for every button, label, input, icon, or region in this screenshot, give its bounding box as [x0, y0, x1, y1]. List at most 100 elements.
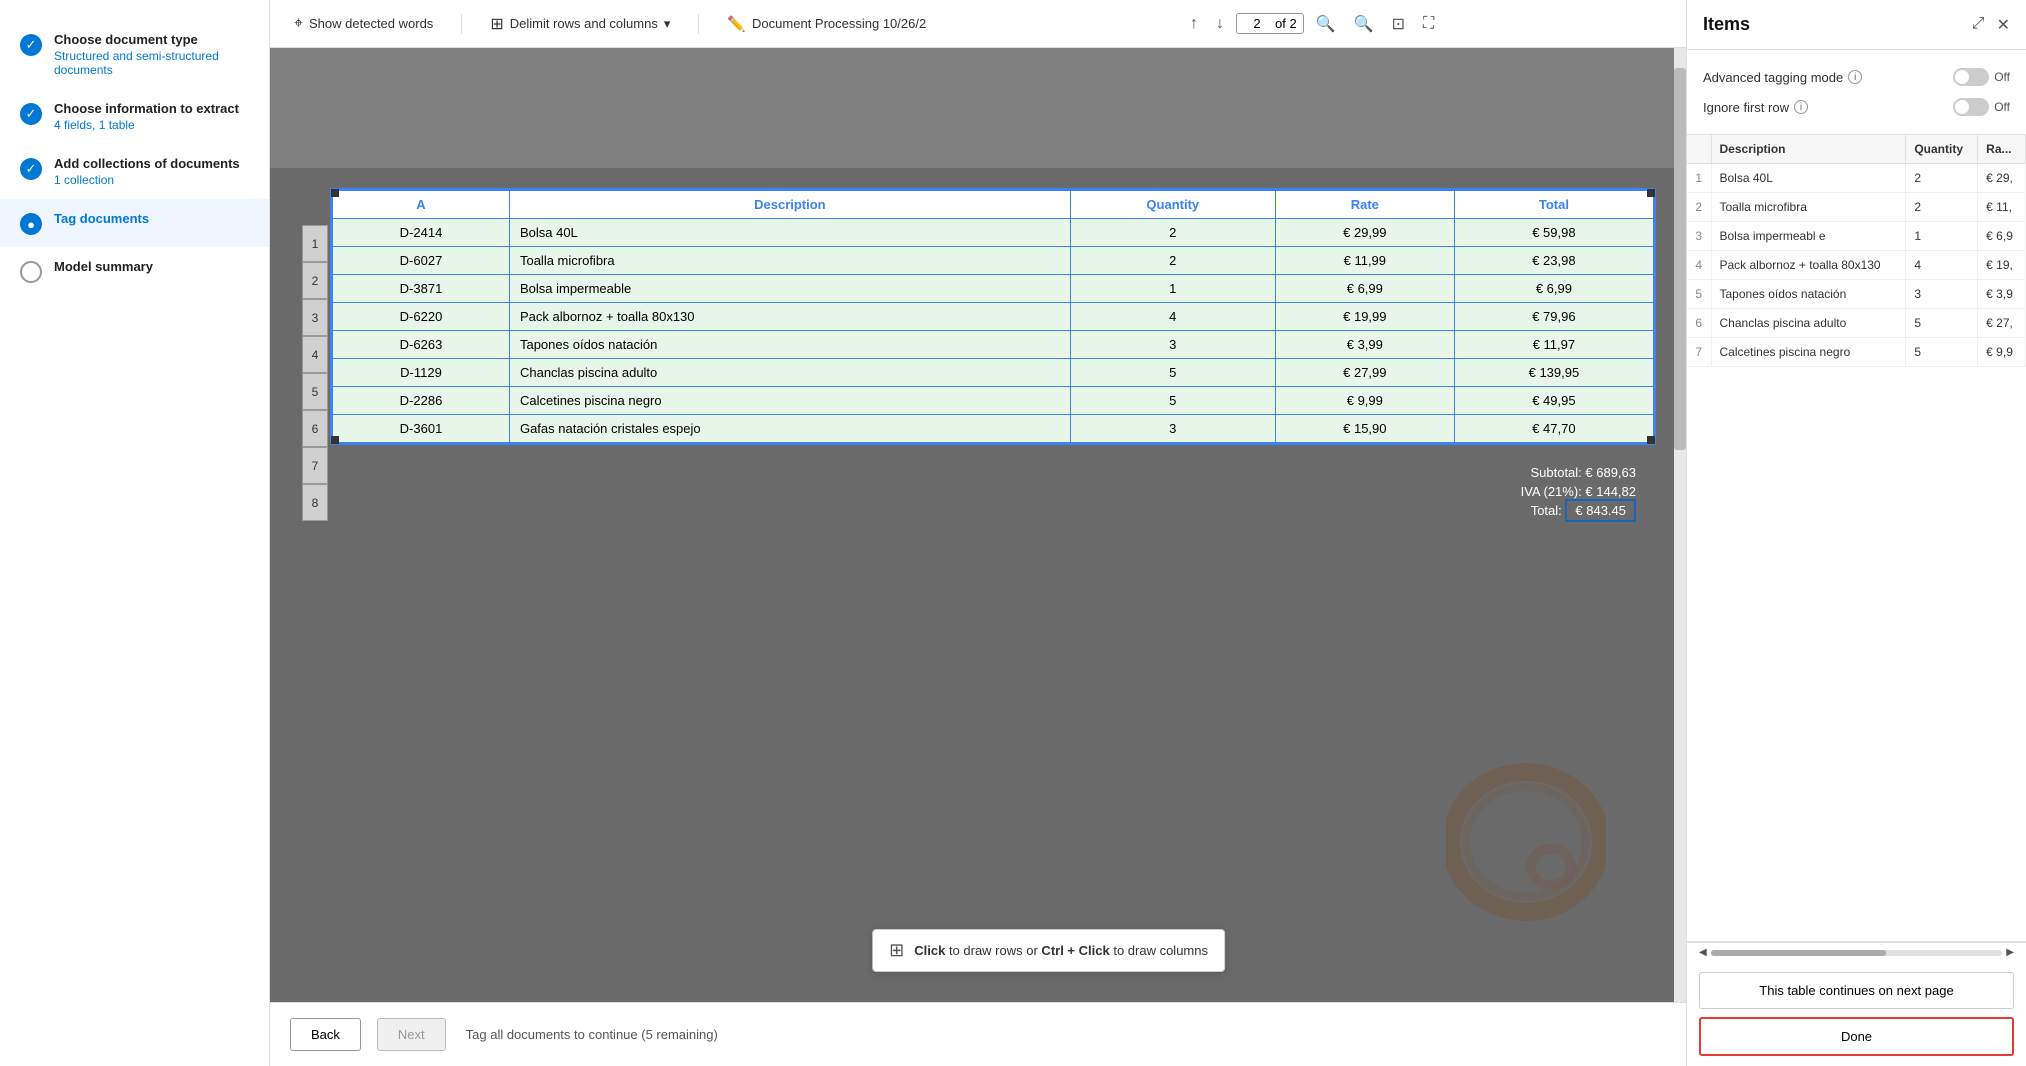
items-rate-3: € 6,9	[1978, 222, 2026, 251]
scroll-left-arrow[interactable]: ◀	[1695, 947, 1711, 958]
cell-qty-4: 4	[1070, 303, 1275, 331]
top-toolbar: ⌖ Show detected words ⊞ Delimit rows and…	[270, 0, 1686, 48]
advanced-tagging-value: Off	[1994, 70, 2010, 84]
step-content-1: Choose document type Structured and semi…	[54, 32, 249, 77]
sidebar-step-tag-documents[interactable]: ● Tag documents	[0, 199, 269, 247]
sidebar-step-choose-info[interactable]: ✓ Choose information to extract 4 fields…	[0, 89, 269, 144]
table-row: D-2414 Bolsa 40L 2 € 29,99 € 59,98	[333, 219, 1654, 247]
handle-tr[interactable]	[1647, 189, 1655, 197]
doc-scrollbar-thumb	[1674, 68, 1686, 450]
items-rate-7: € 9,9	[1978, 338, 2026, 367]
fit-page-btn[interactable]: ⊡	[1386, 12, 1411, 36]
row-numbers: 1 2 3 4 5 6 7 8	[302, 225, 328, 521]
next-button[interactable]: Next	[377, 1018, 446, 1051]
rn-4: 4	[302, 336, 328, 373]
total-row-final: Total: € 843.45	[320, 503, 1636, 518]
show-detected-words-label: Show detected words	[309, 16, 433, 31]
items-desc-6: Chanclas piscina adulto	[1711, 309, 1906, 338]
sidebar-step-add-collections[interactable]: ✓ Add collections of documents 1 collect…	[0, 144, 269, 199]
zoom-out-btn[interactable]: 🔍	[1310, 12, 1342, 36]
delimit-rows-btn[interactable]: ⊞ Delimit rows and columns ▾	[482, 10, 678, 38]
cell-desc-2: Toalla microfibra	[509, 247, 1070, 275]
advanced-tagging-track[interactable]	[1953, 68, 1989, 86]
list-item[interactable]: 1 Bolsa 40L 2 € 29,	[1687, 164, 2026, 193]
cell-rate-4: € 19,99	[1275, 303, 1454, 331]
fullscreen-btn[interactable]: ⛶	[1417, 13, 1440, 35]
page-up-btn[interactable]: ↑	[1184, 13, 1204, 35]
text-icon: ⌖	[294, 15, 303, 33]
items-qty-4: 4	[1906, 251, 1978, 280]
items-qty-2: 2	[1906, 193, 1978, 222]
step-title-5: Model summary	[54, 259, 153, 274]
ignore-first-row-track[interactable]	[1953, 98, 1989, 116]
table-row: D-2286 Calcetines piscina negro 5 € 9,99…	[333, 387, 1654, 415]
ignore-first-row-label: Ignore first row i	[1703, 100, 1808, 115]
horizontal-scrollbar[interactable]	[1711, 950, 2003, 956]
ignore-first-row-value: Off	[1994, 100, 2010, 114]
list-item[interactable]: 2 Toalla microfibra 2 € 11,	[1687, 193, 2026, 222]
sidebar-step-choose-doc-type[interactable]: ✓ Choose document type Structured and se…	[0, 20, 269, 89]
close-icon[interactable]: ✕	[1997, 15, 2010, 35]
show-detected-words-btn[interactable]: ⌖ Show detected words	[286, 11, 441, 37]
items-idx-1: 1	[1687, 164, 1711, 193]
bottom-message: Tag all documents to continue (5 remaini…	[466, 1027, 718, 1042]
ignore-first-row-info-icon[interactable]: i	[1794, 100, 1808, 114]
handle-bl[interactable]	[331, 436, 339, 444]
cell-total-3: € 6,99	[1454, 275, 1653, 303]
list-item[interactable]: 4 Pack albornoz + toalla 80x130 4 € 19,	[1687, 251, 2026, 280]
col-total: Total	[1454, 191, 1653, 219]
ignore-first-row-toggle[interactable]: Off	[1953, 98, 2010, 116]
items-qty-3: 1	[1906, 222, 1978, 251]
advanced-tagging-text: Advanced tagging mode	[1703, 70, 1843, 85]
cell-rate-5: € 3,99	[1275, 331, 1454, 359]
document-processing-btn[interactable]: ✏️ Document Processing 10/26/2	[719, 11, 934, 37]
document-area: 1 2 3 4 5 6 7 8	[270, 48, 1686, 1002]
delimit-rows-label: Delimit rows and columns	[510, 16, 658, 31]
items-idx-4: 4	[1687, 251, 1711, 280]
step-title-1: Choose document type	[54, 32, 249, 47]
sidebar-step-model-summary[interactable]: Model summary	[0, 247, 269, 295]
page-number-input[interactable]	[1243, 16, 1271, 31]
items-desc-3: Bolsa impermeabl e	[1711, 222, 1906, 251]
list-item[interactable]: 7 Calcetines piscina negro 5 € 9,9	[1687, 338, 2026, 367]
list-item[interactable]: 6 Chanclas piscina adulto 5 € 27,	[1687, 309, 2026, 338]
cell-total-8: € 47,70	[1454, 415, 1653, 443]
pencil-icon: ✏️	[727, 15, 746, 33]
items-desc-1: Bolsa 40L	[1711, 164, 1906, 193]
doc-scrollbar[interactable]	[1674, 48, 1686, 1002]
items-desc-4: Pack albornoz + toalla 80x130	[1711, 251, 1906, 280]
table-row: D-1129 Chanclas piscina adulto 5 € 27,99…	[333, 359, 1654, 387]
advanced-tagging-label: Advanced tagging mode i	[1703, 70, 1862, 85]
invoice-table: A Description Quantity Rate Total D-2414…	[332, 190, 1654, 443]
cell-desc-5: Tapones oídos natación	[509, 331, 1070, 359]
table-row: D-6027 Toalla microfibra 2 € 11,99 € 23,…	[333, 247, 1654, 275]
page-down-btn[interactable]: ↓	[1210, 13, 1230, 35]
handle-tl[interactable]	[331, 189, 339, 197]
sidebar: ✓ Choose document type Structured and se…	[0, 0, 270, 1066]
table-continues-button[interactable]: This table continues on next page	[1699, 972, 2014, 1009]
scroll-right-arrow[interactable]: ▶	[2002, 947, 2018, 958]
doc-table-area[interactable]: 1 2 3 4 5 6 7 8	[270, 168, 1686, 1002]
advanced-tagging-toggle[interactable]: Off	[1953, 68, 2010, 86]
cell-rate-3: € 6,99	[1275, 275, 1454, 303]
cell-id-4: D-6220	[333, 303, 510, 331]
table-row: D-3871 Bolsa impermeable 1 € 6,99 € 6,99	[333, 275, 1654, 303]
step-subtitle-3: 1 collection	[54, 173, 240, 187]
cell-qty-5: 3	[1070, 331, 1275, 359]
zoom-in-btn[interactable]: 🔍	[1348, 12, 1380, 36]
back-button[interactable]: Back	[290, 1018, 361, 1051]
handle-br[interactable]	[1647, 436, 1655, 444]
chevron-down-icon: ▾	[664, 16, 671, 32]
rn-8: 8	[302, 484, 328, 521]
grid-tooltip-icon: ⊞	[889, 940, 904, 961]
table-row: D-6220 Pack albornoz + toalla 80x130 4 €…	[333, 303, 1654, 331]
cell-rate-8: € 15,90	[1275, 415, 1454, 443]
done-button[interactable]: Done	[1699, 1017, 2014, 1056]
advanced-tagging-info-icon[interactable]: i	[1848, 70, 1862, 84]
cell-qty-8: 3	[1070, 415, 1275, 443]
items-idx-3: 3	[1687, 222, 1711, 251]
list-item[interactable]: 5 Tapones oídos natación 3 € 3,9	[1687, 280, 2026, 309]
col-quantity: Quantity	[1070, 191, 1275, 219]
list-item[interactable]: 3 Bolsa impermeabl e 1 € 6,9	[1687, 222, 2026, 251]
expand-icon[interactable]: ⤢	[1972, 15, 1985, 35]
